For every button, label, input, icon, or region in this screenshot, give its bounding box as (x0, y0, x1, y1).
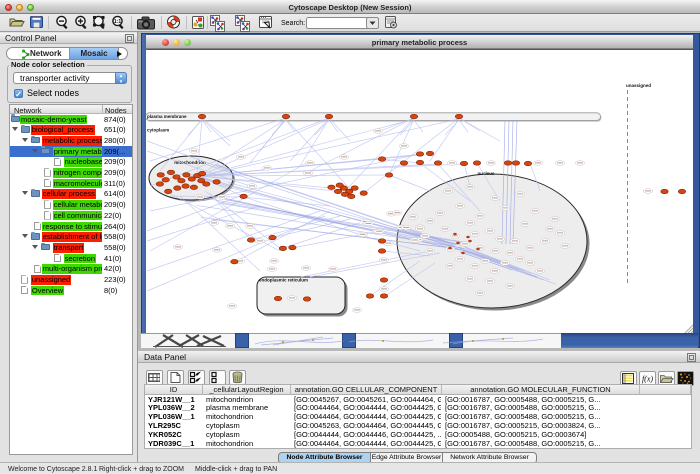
svg-text:endoplasmic reticulum: endoplasmic reticulum (259, 278, 308, 283)
svg-text:Search:: Search: (281, 20, 305, 27)
svg-text:cytoplasm: cytoplasm (147, 128, 169, 133)
svg-text:1:1: 1:1 (114, 19, 121, 25)
svg-text:f(x): f(x) (642, 375, 653, 384)
svg-text:unassigned: unassigned (626, 83, 651, 88)
svg-text:plasma membrane: plasma membrane (147, 114, 187, 119)
svg-text:nucleus: nucleus (477, 171, 495, 176)
